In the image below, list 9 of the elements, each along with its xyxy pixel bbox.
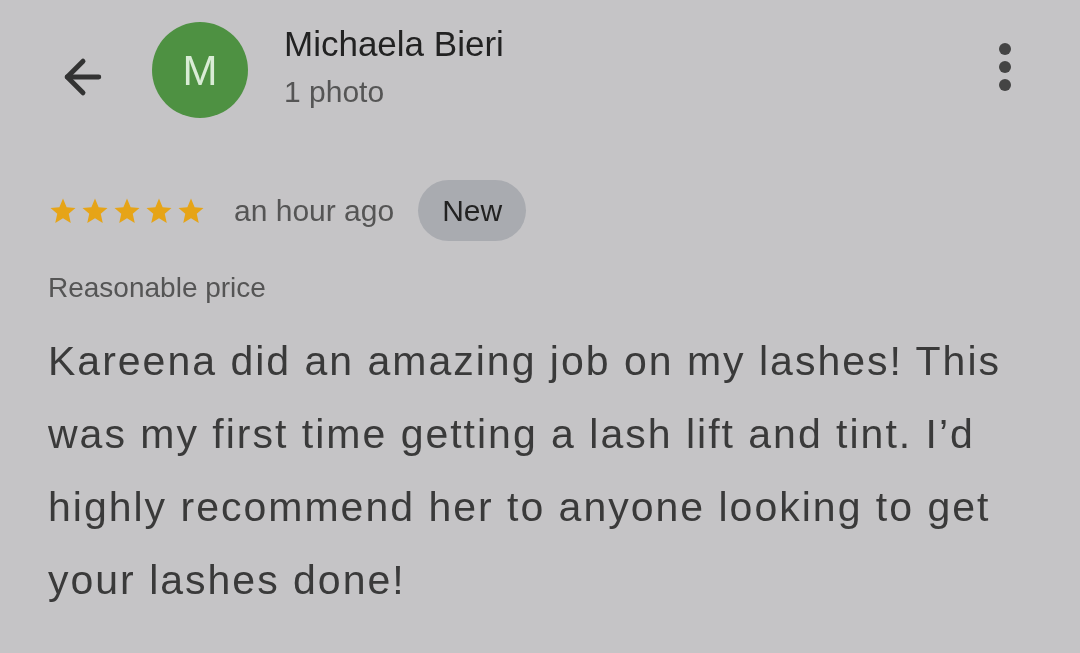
more-options-icon bbox=[998, 42, 1012, 92]
reviewer-name: Michaela Bieri bbox=[284, 23, 505, 65]
review-tag: Reasonable price bbox=[0, 267, 266, 309]
new-badge: New bbox=[418, 180, 527, 241]
review-time: an hour ago bbox=[234, 193, 395, 229]
review-text: Kareena did an amazing job on my lashes! This was my first time getting a lash lift and tint. I’d highly recommend her to anyone looking to get your lashes done! bbox=[48, 337, 1003, 605]
avatar: M bbox=[152, 22, 248, 118]
more-options-button[interactable] bbox=[998, 42, 1012, 92]
photo-count: 1 photo bbox=[284, 74, 386, 110]
